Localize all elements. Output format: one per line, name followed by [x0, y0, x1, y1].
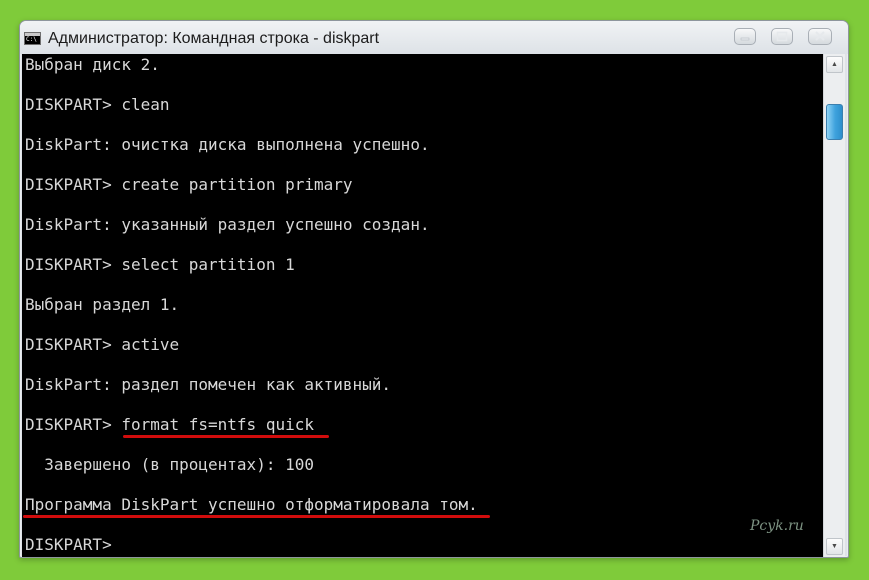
- console-line-9: DiskPart: раздел помечен как активный.: [25, 375, 392, 394]
- arrow-up-icon: ▲: [831, 61, 838, 68]
- cmd-icon[interactable]: C:\: [24, 32, 41, 45]
- console-line-4: DISKPART> create partition primary: [25, 175, 353, 194]
- console-window: C:\ Администратор: Командная строка - di…: [19, 20, 849, 558]
- console-line-8: DISKPART> active: [25, 335, 180, 354]
- console-line-12: Программа DiskPart успешно отформатирова…: [25, 495, 478, 514]
- console-line-5: DiskPart: указанный раздел успешно созда…: [25, 215, 430, 234]
- scrollbar-thumb[interactable]: [826, 104, 843, 140]
- title-bar[interactable]: C:\ Администратор: Командная строка - di…: [20, 21, 848, 54]
- watermark: Pcyk.ru: [750, 518, 804, 534]
- minimize-button[interactable]: [734, 28, 756, 45]
- minimize-icon: [740, 37, 750, 41]
- console-line-1: Выбран диск 2.: [25, 55, 160, 74]
- scroll-up-button[interactable]: ▲: [826, 56, 843, 73]
- console-line-10: DISKPART> format fs=ntfs quick: [25, 415, 314, 434]
- console-line-2: DISKPART> clean: [25, 95, 170, 114]
- close-button[interactable]: [808, 28, 832, 45]
- console-line-11: Завершено (в процентах): 100: [25, 455, 314, 474]
- vertical-scrollbar[interactable]: ▲ ▼: [823, 54, 845, 557]
- console-line-6: DISKPART> select partition 1: [25, 255, 295, 274]
- cmd-icon-glyph: C:\: [26, 36, 37, 43]
- close-icon: [815, 31, 825, 41]
- window-title: Администратор: Командная строка - diskpa…: [48, 30, 380, 47]
- format-command-underline: [123, 435, 329, 438]
- console-output[interactable]: Выбран диск 2. DISKPART> clean DiskPart:…: [22, 54, 823, 557]
- maximize-button[interactable]: [771, 28, 793, 45]
- console-line-13: DISKPART>: [25, 535, 112, 554]
- console-line-7: Выбран раздел 1.: [25, 295, 180, 314]
- success-message-underline: [23, 515, 490, 518]
- console-line-3: DiskPart: очистка диска выполнена успешн…: [25, 135, 430, 154]
- arrow-down-icon: ▼: [831, 543, 838, 550]
- maximize-icon: [776, 31, 788, 42]
- scroll-down-button[interactable]: ▼: [826, 538, 843, 555]
